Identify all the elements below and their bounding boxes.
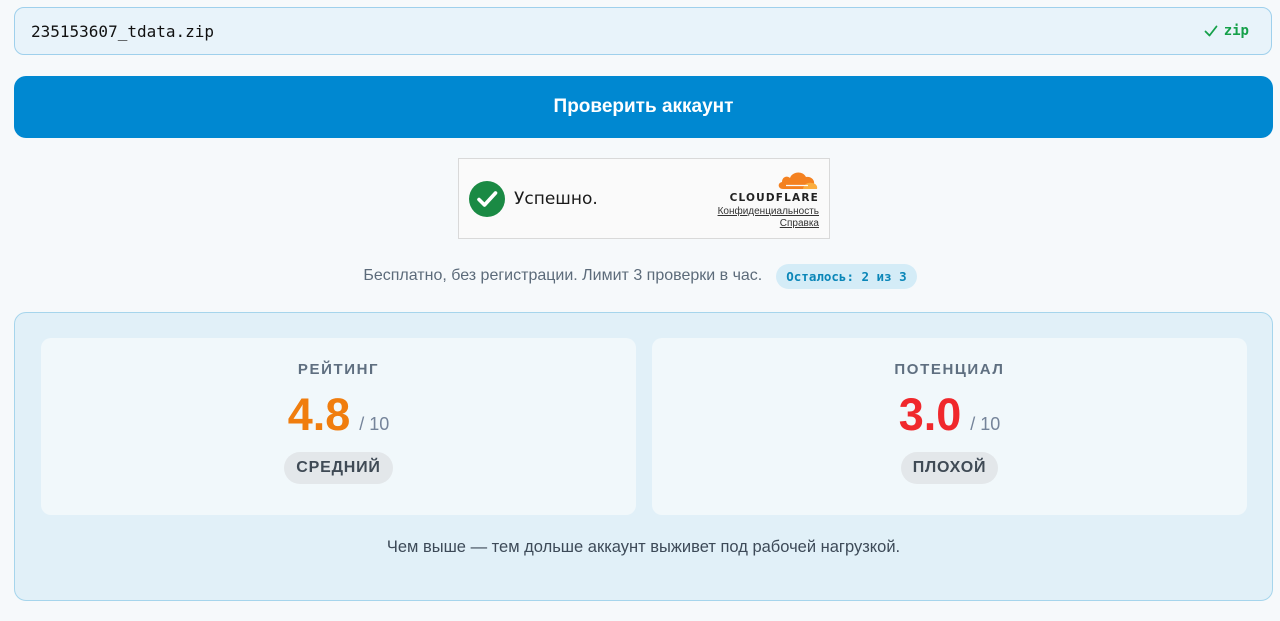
file-input-field[interactable]: 235153607_tdata.zip zip <box>14 7 1272 55</box>
rating-value: 4.8 <box>287 389 351 440</box>
results-note: Чем выше — тем дольше аккаунт выживет по… <box>386 538 901 556</box>
limit-text: Бесплатно, без регистрации. Лимит 3 пров… <box>363 267 763 284</box>
rating-label: РЕЙТИНГ <box>297 361 380 378</box>
potential-max: / 10 <box>970 414 1001 434</box>
file-status: zip <box>1204 23 1249 39</box>
captcha-status: Успешно. <box>469 180 598 217</box>
privacy-link[interactable]: Конфиденциальность <box>718 207 819 217</box>
check-circle-icon <box>469 180 505 217</box>
usage-limit-row: Бесплатно, без регистрации. Лимит 3 пров… <box>0 263 1280 289</box>
cloudflare-brand: CLOUDFLARE <box>729 192 819 204</box>
rating-score: 4.8 / 10 <box>288 390 390 440</box>
cloudflare-captcha-widget: Успешно. CLOUDFLARE Конфиденциальность С… <box>458 158 830 239</box>
rating-grade-badge: СРЕДНИЙ <box>284 452 393 484</box>
cloudflare-logo-icon <box>778 172 818 189</box>
file-type-label: zip <box>1223 23 1249 39</box>
help-link[interactable]: Справка <box>780 219 819 229</box>
potential-card: ПОТЕНЦИАЛ 3.0 / 10 ПЛОХОЙ <box>652 338 1247 515</box>
captcha-status-text: Успешно. <box>514 188 598 209</box>
results-panel: РЕЙТИНГ 4.8 / 10 СРЕДНИЙ ПОТЕНЦИАЛ 3.0 /… <box>14 312 1273 601</box>
cloudflare-branding: CLOUDFLARE Конфиденциальность Справка <box>718 169 819 229</box>
potential-label: ПОТЕНЦИАЛ <box>894 361 1005 378</box>
rating-card: РЕЙТИНГ 4.8 / 10 СРЕДНИЙ <box>41 338 636 515</box>
check-icon <box>1204 25 1218 37</box>
potential-score: 3.0 / 10 <box>899 390 1001 440</box>
potential-grade-badge: ПЛОХОЙ <box>900 452 999 484</box>
check-account-button[interactable]: Проверить аккаунт <box>14 76 1273 138</box>
potential-value: 3.0 <box>898 389 962 440</box>
file-name: 235153607_tdata.zip <box>31 21 215 41</box>
rating-max: / 10 <box>359 414 390 434</box>
remaining-checks-badge: Осталось: 2 из 3 <box>776 263 917 289</box>
